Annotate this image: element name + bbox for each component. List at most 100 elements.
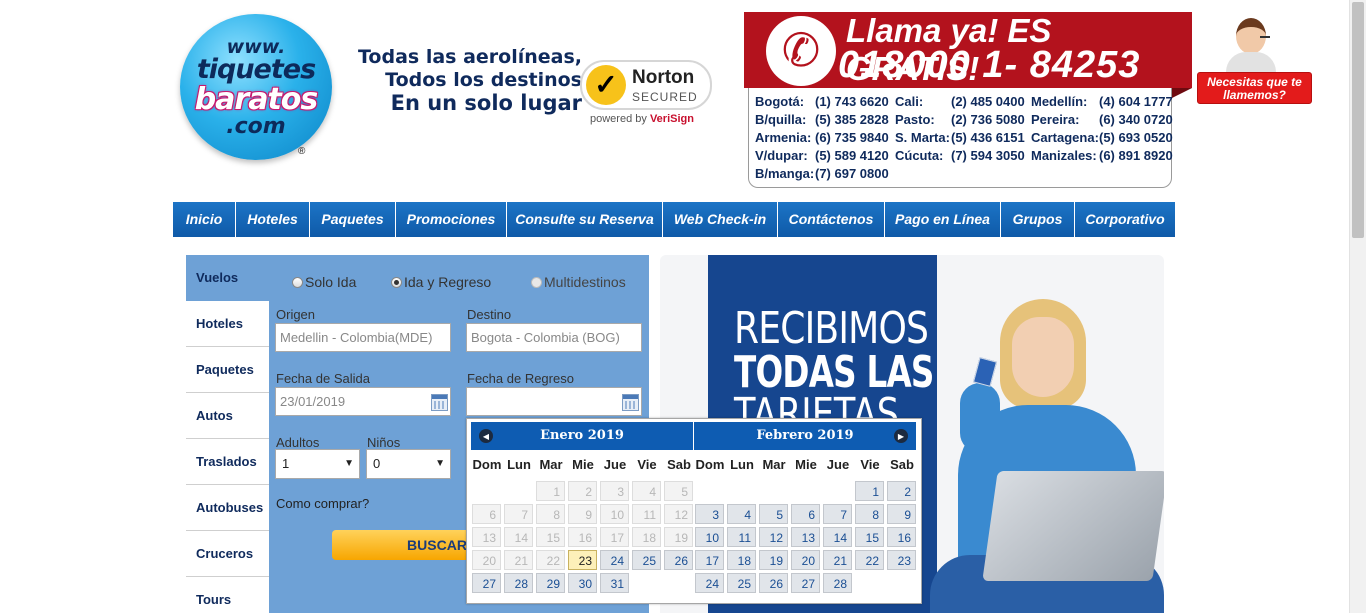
calendar-day[interactable]: 24 — [695, 573, 724, 593]
nav-item-web-check-in[interactable]: Web Check-in — [663, 202, 778, 237]
calendar-day[interactable]: 28 — [504, 573, 533, 593]
calendar-day: 13 — [472, 527, 501, 547]
nav-item-corporativo[interactable]: Corporativo — [1075, 202, 1175, 237]
norton-seal[interactable]: ✓ Norton SECURED — [580, 60, 712, 110]
radio-solo-ida[interactable]: Solo Ida — [292, 274, 356, 290]
main-nav: Inicio Hoteles Paquetes Promociones Consulte… — [173, 202, 1175, 237]
calendar-day[interactable]: 14 — [823, 527, 852, 547]
calendar-day: 22 — [536, 550, 565, 570]
calendar-day[interactable]: 20 — [791, 550, 820, 570]
site-logo[interactable]: www. tiquetes baratos .com — [180, 14, 332, 160]
calendar-day[interactable]: 31 — [600, 573, 629, 593]
calendar-day[interactable]: 28 — [823, 573, 852, 593]
return-date-input[interactable] — [466, 387, 642, 416]
prev-month-icon[interactable]: ◀ — [479, 429, 493, 443]
radio-button-disabled[interactable] — [531, 276, 542, 288]
phone-city: Manizales: — [1031, 148, 1097, 163]
radio-button[interactable] — [292, 276, 303, 288]
calendar-day[interactable]: 26 — [759, 573, 788, 593]
sidebar-item-autos[interactable]: Autos — [186, 393, 269, 439]
calendar-icon[interactable] — [431, 394, 448, 411]
phone-number: (2) 485 0400 — [951, 94, 1025, 109]
calendar-day[interactable]: 12 — [759, 527, 788, 547]
calendar-day[interactable]: 18 — [727, 550, 756, 570]
next-month-icon[interactable]: ▶ — [894, 429, 908, 443]
calendar-day[interactable]: 23 — [887, 550, 916, 570]
calendar-day[interactable]: 13 — [791, 527, 820, 547]
tagline-line3: En un solo lugar — [390, 91, 582, 115]
nav-item-contactenos[interactable]: Contáctenos — [778, 202, 885, 237]
calendar-day[interactable]: 15 — [855, 527, 884, 547]
calendar-day[interactable]: 26 — [664, 550, 693, 570]
weekday-header: Mar — [539, 457, 563, 472]
adults-select[interactable]: 1 ▼ — [275, 449, 360, 479]
sidebar-item-tours[interactable]: Tours — [186, 577, 269, 613]
calendar-day[interactable]: 10 — [695, 527, 724, 547]
radio-ida-regreso[interactable]: Ida y Regreso — [391, 274, 491, 290]
calendar-day[interactable]: 8 — [855, 504, 884, 524]
sidebar-item-traslados[interactable]: Traslados — [186, 439, 269, 485]
search-button[interactable]: BUSCAR — [332, 530, 472, 560]
nav-item-grupos[interactable]: Grupos — [1001, 202, 1075, 237]
calendar-day: 8 — [536, 504, 565, 524]
phone-city: Bogotá: — [755, 94, 805, 109]
calendar-day[interactable]: 19 — [759, 550, 788, 570]
norton-name: Norton — [632, 67, 695, 88]
calendar-day[interactable]: 30 — [568, 573, 597, 593]
calendar-day[interactable]: 16 — [887, 527, 916, 547]
weekday-header: Dom — [472, 457, 502, 472]
calendar-icon[interactable] — [622, 394, 639, 411]
dropdown-arrow-icon: ▼ — [344, 458, 354, 469]
calendar-day[interactable]: 21 — [823, 550, 852, 570]
radio-multidestinos[interactable]: Multidestinos — [531, 274, 626, 290]
sidebar-item-cruceros[interactable]: Cruceros — [186, 531, 269, 577]
calendar-day[interactable]: 25 — [632, 550, 661, 570]
calendar-day[interactable]: 2 — [887, 481, 916, 501]
phone-city: Cartagena: — [1031, 130, 1099, 145]
phone-number: (2) 736 5080 — [951, 112, 1025, 127]
calendar-day[interactable]: 27 — [791, 573, 820, 593]
departure-date-input[interactable]: 23/01/2019 — [275, 387, 451, 416]
vertical-scrollbar[interactable] — [1349, 0, 1366, 613]
calendar-day[interactable]: 29 — [536, 573, 565, 593]
radio-button-selected[interactable] — [391, 276, 402, 288]
calendar-day[interactable]: 7 — [823, 504, 852, 524]
origin-input[interactable]: Medellin - Colombia(MDE) — [275, 323, 451, 352]
phone-number: (7) 594 3050 — [951, 148, 1025, 163]
nav-item-hoteles[interactable]: Hoteles — [236, 202, 310, 237]
destination-input[interactable]: Bogota - Colombia (BOG) — [466, 323, 642, 352]
nav-item-inicio[interactable]: Inicio — [173, 202, 236, 237]
calendar-day[interactable]: 4 — [727, 504, 756, 524]
phone-number: (5) 436 6151 — [951, 130, 1025, 145]
sidebar-item-hoteles[interactable]: Hoteles — [186, 301, 269, 347]
hotline-number: 018000 1- 84253 — [838, 44, 1141, 86]
phone-number: (6) 735 9840 — [815, 130, 889, 145]
calendar-day[interactable]: 24 — [600, 550, 629, 570]
nav-item-paquetes[interactable]: Paquetes — [310, 202, 396, 237]
nav-item-promociones[interactable]: Promociones — [396, 202, 507, 237]
phone-city: Medellín: — [1031, 94, 1088, 109]
calendar-day[interactable]: 5 — [759, 504, 788, 524]
calendar-day[interactable]: 22 — [855, 550, 884, 570]
calendar-day[interactable]: 9 — [887, 504, 916, 524]
sidebar-item-paquetes[interactable]: Paquetes — [186, 347, 269, 393]
children-select[interactable]: 0 ▼ — [366, 449, 451, 479]
logo-tiquetes: tiquetes — [196, 54, 316, 85]
scrollbar-thumb[interactable] — [1352, 2, 1364, 238]
calendar-day[interactable]: 23 — [568, 550, 597, 570]
sidebar-item-autobuses[interactable]: Autobuses — [186, 485, 269, 531]
call-me-button[interactable]: Necesitas que te llamemos? — [1197, 72, 1312, 104]
calendar-day: 16 — [568, 527, 597, 547]
nav-item-consulte-su-reserva[interactable]: Consulte su Reserva — [507, 202, 663, 237]
nav-item-pago-en-linea[interactable]: Pago en Línea — [885, 202, 1001, 237]
calendar-day[interactable]: 25 — [727, 573, 756, 593]
calendar-day[interactable]: 27 — [472, 573, 501, 593]
sidebar-item-vuelos[interactable]: Vuelos — [186, 255, 269, 301]
origin-label: Origen — [276, 307, 316, 322]
calendar-day[interactable]: 11 — [727, 527, 756, 547]
calendar-day[interactable]: 17 — [695, 550, 724, 570]
calendar-day[interactable]: 3 — [695, 504, 724, 524]
how-to-buy-link[interactable]: Como comprar? — [276, 496, 369, 511]
calendar-day[interactable]: 6 — [791, 504, 820, 524]
calendar-day[interactable]: 1 — [855, 481, 884, 501]
